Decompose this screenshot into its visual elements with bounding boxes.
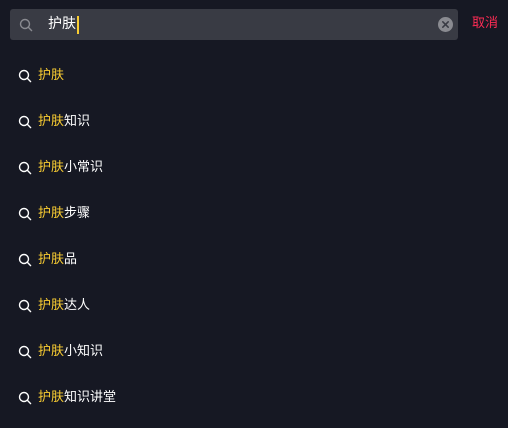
suggestion-item[interactable]: 护肤品 [0, 237, 508, 283]
search-query-text: 护肤 [48, 16, 76, 32]
suggestion-text: 护肤品 [38, 251, 77, 269]
suggestion-text: 护肤小知识 [38, 343, 103, 361]
search-icon [18, 253, 32, 267]
search-screen: 护肤 取消 护肤 护肤知识 护肤小常识 护肤步骤 护肤品 护肤达人 护肤小知识 … [0, 0, 508, 428]
search-icon [18, 69, 32, 83]
suggestion-rest: 品 [64, 252, 78, 267]
search-icon [18, 115, 32, 129]
suggestion-rest: 小常识 [64, 160, 104, 175]
suggestion-match: 护肤 [38, 206, 65, 221]
suggestion-match: 护肤 [38, 252, 65, 267]
suggestion-item[interactable]: 护肤达人 [0, 283, 508, 329]
clear-icon [442, 21, 449, 28]
suggestion-match: 护肤 [38, 160, 65, 175]
text-cursor [77, 15, 79, 34]
search-icon [18, 299, 32, 313]
suggestion-match: 护肤 [38, 114, 65, 129]
suggestion-rest: 步骤 [64, 206, 91, 221]
suggestion-rest: 小知识 [64, 344, 104, 359]
suggestion-item[interactable]: 护肤小常识 [0, 145, 508, 191]
cancel-button[interactable]: 取消 [472, 15, 498, 33]
suggestion-rest: 知识讲堂 [64, 390, 117, 405]
suggestion-text: 护肤知识 [38, 113, 90, 131]
suggestion-text: 护肤小常识 [38, 159, 103, 177]
search-bar[interactable]: 护肤 [10, 9, 458, 40]
suggestion-rest: 达人 [64, 298, 91, 313]
search-icon [18, 391, 32, 405]
suggestion-match: 护肤 [38, 68, 65, 83]
suggestion-item[interactable]: 护肤 [0, 53, 508, 99]
suggestion-match: 护肤 [38, 298, 65, 313]
search-input[interactable]: 护肤 [48, 9, 79, 40]
suggestion-text: 护肤达人 [38, 297, 90, 315]
search-icon [18, 207, 32, 221]
suggestion-item[interactable]: 护肤小知识 [0, 329, 508, 375]
clear-button[interactable] [438, 17, 453, 32]
suggestion-text: 护肤步骤 [38, 205, 90, 223]
suggestion-match: 护肤 [38, 344, 65, 359]
search-icon [18, 161, 32, 175]
suggestion-text: 护肤 [38, 67, 64, 85]
search-icon [19, 18, 33, 32]
search-icon [18, 345, 32, 359]
suggestion-item[interactable]: 护肤步骤 [0, 191, 508, 237]
suggestion-match: 护肤 [38, 390, 65, 405]
suggestion-list: 护肤 护肤知识 护肤小常识 护肤步骤 护肤品 护肤达人 护肤小知识 护肤知识讲堂 [0, 53, 508, 421]
suggestion-text: 护肤知识讲堂 [38, 389, 116, 407]
suggestion-rest: 知识 [64, 114, 91, 129]
suggestion-item[interactable]: 护肤知识讲堂 [0, 375, 508, 421]
suggestion-item[interactable]: 护肤知识 [0, 99, 508, 145]
